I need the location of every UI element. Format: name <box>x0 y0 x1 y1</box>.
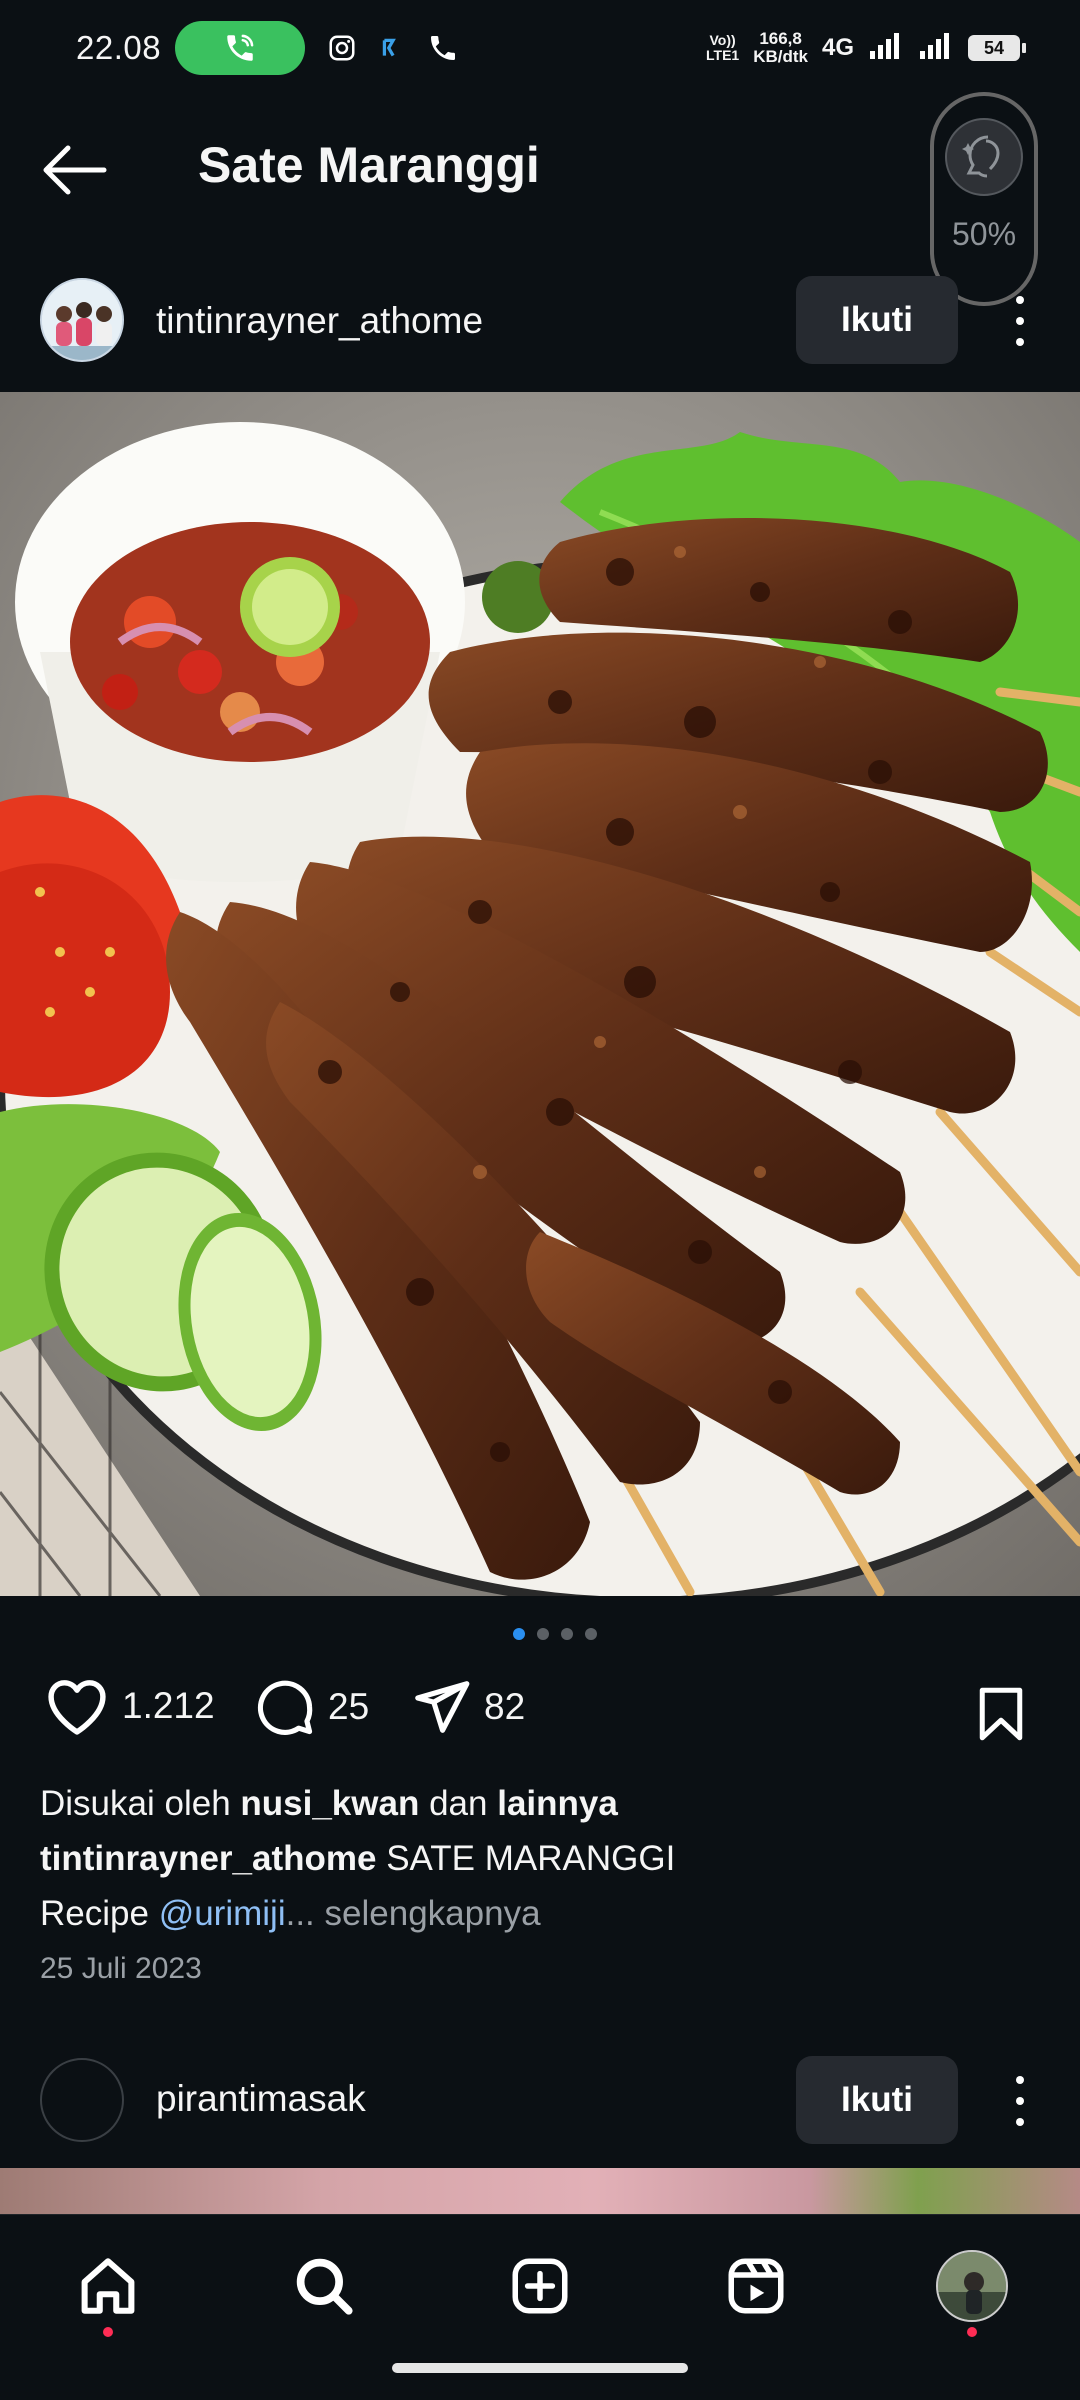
like-button[interactable]: 1.212 <box>44 1676 215 1736</box>
gesture-home-bar[interactable] <box>392 2363 688 2373</box>
carousel-dot <box>561 1628 573 1640</box>
heart-icon <box>48 1680 106 1735</box>
share-button[interactable]: 82 <box>410 1676 525 1738</box>
home-icon <box>81 2258 135 2314</box>
signal-strength-icon <box>868 31 904 66</box>
next-post-header: pirantimasak Ikuti <box>0 2050 1080 2154</box>
volte-indicator: Vo)) LTE1 <box>706 32 740 63</box>
liked-by-user-link[interactable]: nusi_kwan <box>240 1784 419 1823</box>
phone-icon <box>427 32 459 64</box>
back-button[interactable] <box>40 142 110 198</box>
bookmark-icon <box>979 1687 1023 1741</box>
post-header: tintinrayner_athome Ikuti <box>0 268 1080 372</box>
next-post-more-options[interactable] <box>1000 2070 1040 2132</box>
comment-icon <box>257 1680 313 1735</box>
ongoing-call-pill[interactable] <box>175 21 306 75</box>
nav-create[interactable] <box>495 2241 585 2331</box>
profile-avatar <box>936 2250 1008 2322</box>
liked-by-others-link[interactable]: lainnya <box>497 1784 618 1823</box>
face-icon <box>945 118 1023 196</box>
phone-wifi-icon <box>227 34 254 61</box>
nav-profile[interactable] <box>927 2241 1017 2337</box>
see-more-link[interactable]: selengkapnya <box>325 1894 541 1933</box>
post-caption: Disukai oleh nusi_kwan dan lainnya tinti… <box>40 1776 1040 1941</box>
caption-username[interactable]: tintinrayner_athome <box>40 1839 376 1878</box>
dot-icon <box>1016 296 1024 304</box>
send-icon <box>415 1681 470 1733</box>
create-icon <box>512 2258 568 2314</box>
dot-icon <box>1016 2076 1024 2084</box>
comment-count: 25 <box>328 1686 370 1727</box>
next-post-image-peek[interactable] <box>0 2168 1080 2214</box>
post-image[interactable] <box>0 392 1080 1596</box>
nav-search[interactable] <box>279 2241 369 2331</box>
nav-reels[interactable] <box>711 2241 801 2331</box>
caption-line-1: tintinrayner_athome SATE MARANGGI <box>40 1831 1040 1886</box>
caption-line-2: Recipe @urimiji... selengkapnya <box>40 1894 541 1933</box>
top-app-bar: Sate Maranggi <box>0 96 1080 246</box>
search-icon <box>296 2258 353 2315</box>
more-options-button[interactable] <box>1000 290 1040 352</box>
carousel-dot-active <box>513 1628 525 1640</box>
next-post-avatar[interactable] <box>40 2058 124 2142</box>
caption-text: SATE MARANGGI <box>386 1839 676 1878</box>
carousel-indicator <box>0 1628 1080 1640</box>
save-button[interactable] <box>974 1684 1028 1749</box>
next-post-follow-button[interactable]: Ikuti <box>796 2056 958 2144</box>
widget-percent: 50% <box>951 216 1017 252</box>
carousel-dot <box>537 1628 549 1640</box>
user-avatar[interactable] <box>40 278 124 362</box>
network-type: 4G <box>821 34 854 61</box>
post-actions: 1.212 25 82 <box>0 1676 1080 1756</box>
liked-by-line: Disukai oleh nusi_kwan dan lainnya <box>40 1784 618 1823</box>
dot-icon <box>1016 2118 1024 2126</box>
nav-home[interactable] <box>63 2241 153 2337</box>
comment-button[interactable]: 25 <box>254 1676 369 1738</box>
status-time: 22.08 <box>76 29 162 66</box>
notification-dot <box>967 2327 977 2337</box>
network-speed: 166,8 KB/dtk <box>753 29 808 66</box>
signal-strength-icon-2 <box>918 31 954 66</box>
dot-icon <box>1016 2097 1024 2105</box>
next-post-username[interactable]: pirantimasak <box>156 2078 366 2120</box>
like-count: 1.212 <box>122 1685 215 1726</box>
page-title: Sate Maranggi <box>198 137 540 193</box>
notification-dot <box>103 2327 113 2337</box>
instagram-icon <box>327 33 357 63</box>
post-username[interactable]: tintinrayner_athome <box>156 300 483 342</box>
dot-icon <box>1016 317 1024 325</box>
dot-icon <box>1016 338 1024 346</box>
app-notification-icon <box>379 35 405 61</box>
post-date: 25 Juli 2023 <box>40 1952 202 1985</box>
caption-mention-link[interactable]: @urimiji <box>159 1894 286 1933</box>
arrow-left-icon <box>43 145 107 195</box>
follow-button[interactable]: Ikuti <box>796 276 958 364</box>
carousel-dot <box>585 1628 597 1640</box>
status-bar: 22.08 Vo)) LTE1 166,8 KB/dtk 4G 54 <box>0 0 1080 96</box>
battery-indicator: 54 <box>968 35 1026 61</box>
share-count: 82 <box>484 1686 526 1727</box>
reels-icon <box>728 2258 784 2314</box>
